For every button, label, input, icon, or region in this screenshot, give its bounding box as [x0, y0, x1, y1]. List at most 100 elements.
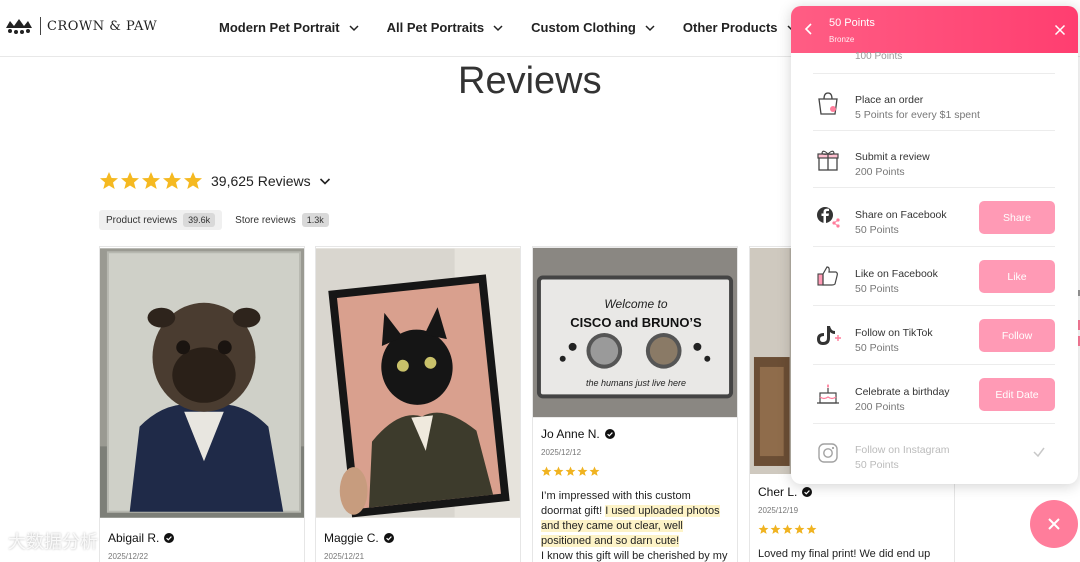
brand-logo[interactable]: CROWN & PAW — [4, 16, 157, 36]
rewards-launcher-close-button[interactable] — [1030, 500, 1078, 548]
star-icon — [541, 466, 552, 476]
review-photo[interactable] — [533, 247, 737, 418]
logo-divider — [40, 17, 41, 35]
review-photo[interactable] — [316, 247, 520, 519]
star-icon — [782, 524, 793, 534]
doormat-line2: CISCO and BRUNO’S — [570, 315, 702, 330]
star-icon — [121, 172, 139, 189]
review-text: I’m impressed with this custom doormat g… — [541, 489, 733, 562]
review-text: Loved my final print! We did end up — [758, 548, 931, 560]
points-balance: 50 Points — [829, 17, 875, 29]
birthday-cake-icon — [817, 384, 839, 404]
reviewer-name: Abigail R. — [108, 531, 175, 545]
shopping-bag-icon — [818, 92, 838, 115]
review-stars — [541, 466, 600, 477]
nav-custom-clothing[interactable]: Custom Clothing — [531, 20, 655, 35]
nav-label: Other Products — [682, 20, 778, 35]
main-nav: Modern Pet Portrait All Pet Portraits Cu… — [219, 20, 825, 35]
nav-other-products[interactable]: Other Products — [683, 20, 797, 35]
verified-icon — [164, 533, 175, 543]
reviewer-name-text: Abigail R. — [108, 531, 160, 545]
chevron-down-icon — [349, 24, 359, 31]
review-card[interactable]: Maggie C. 2025/12/21 — [315, 246, 521, 562]
facebook-share-icon — [817, 207, 840, 228]
rating-stars — [99, 171, 203, 191]
like-button[interactable]: Like — [979, 260, 1055, 293]
row-title: Submit a review — [855, 151, 930, 163]
row-points: 50 Points — [855, 283, 899, 295]
rating-summary[interactable]: 39,625 Reviews — [99, 171, 331, 191]
nav-all-pet-portraits[interactable]: All Pet Portraits — [387, 20, 504, 35]
reviewer-name: Cher L. — [758, 485, 813, 499]
star-icon — [770, 524, 781, 534]
row-title: Like on Facebook — [855, 268, 938, 280]
tier-label: Bronze — [829, 35, 855, 44]
row-title: Celebrate a birthday — [855, 386, 950, 398]
reviewer-name-text: Jo Anne N. — [541, 427, 600, 441]
star-icon — [553, 466, 564, 476]
partial-row-text: 100 Points — [855, 51, 903, 62]
row-points: 200 Points — [855, 166, 905, 178]
earn-row-birthday[interactable]: Celebrate a birthday 200 Points Edit Dat… — [791, 365, 1078, 423]
row-points: 50 Points — [855, 224, 899, 236]
count-badge: 1.3k — [301, 213, 329, 227]
page-title: Reviews — [458, 60, 602, 102]
chevron-down-icon — [319, 178, 330, 185]
review-card[interactable]: Welcome to CISCO and BRUNO’S the humans … — [532, 246, 738, 562]
share-button[interactable]: Share — [979, 201, 1055, 234]
panel-header: 50 Points Bronze — [791, 6, 1078, 53]
star-icon — [163, 172, 181, 189]
thumbs-up-icon — [817, 266, 838, 286]
tab-store-reviews[interactable]: Store reviews 1.3k — [228, 210, 336, 230]
earn-row-submit-review[interactable]: Submit a review 200 Points — [791, 131, 1078, 189]
review-date: 2025/12/19 — [758, 506, 799, 515]
tab-product-reviews[interactable]: Product reviews 39.6k — [99, 210, 223, 230]
row-title: Place an order — [855, 94, 924, 106]
count-badge: 39.6k — [183, 213, 216, 227]
edit-date-button[interactable]: Edit Date — [979, 378, 1055, 411]
earn-row-place-order[interactable]: Place an order 5 Points for every $1 spe… — [791, 74, 1078, 132]
reviewer-name-text: Cher L. — [758, 485, 798, 499]
review-date: 2025/12/12 — [541, 448, 582, 457]
reviewer-name-text: Maggie C. — [324, 531, 379, 545]
earn-row-like-facebook[interactable]: Like on Facebook 50 Points Like — [791, 247, 1078, 305]
review-count: 39,625 Reviews — [211, 173, 311, 189]
chevron-down-icon — [493, 24, 503, 31]
nav-label: Custom Clothing — [531, 20, 636, 35]
earn-row-share-facebook[interactable]: Share on Facebook 50 Points Share — [791, 188, 1078, 246]
earn-row-follow-tiktok[interactable]: Follow on TikTok 50 Points Follow — [791, 306, 1078, 364]
reviewer-name: Maggie C. — [324, 531, 394, 545]
nav-label: Modern Pet Portrait — [219, 20, 340, 35]
nav-label: All Pet Portraits — [386, 20, 485, 35]
doormat-line3: the humans just live here — [585, 378, 687, 388]
doormat-line1: Welcome to — [604, 297, 668, 311]
tab-label: Product reviews — [106, 214, 178, 226]
brand-name: CROWN & PAW — [47, 18, 158, 34]
row-title: Share on Facebook — [855, 209, 947, 221]
star-icon — [565, 466, 576, 476]
review-stars — [758, 524, 817, 535]
checkmark-icon — [1033, 447, 1045, 458]
review-date: 2025/12/22 — [108, 552, 149, 561]
chevron-down-icon — [645, 24, 655, 31]
gift-icon — [817, 150, 839, 171]
nav-modern-pet-portrait[interactable]: Modern Pet Portrait — [219, 20, 359, 35]
star-icon — [577, 466, 588, 476]
row-points: 5 Points for every $1 spent — [855, 109, 980, 121]
row-points: 50 Points — [855, 342, 899, 354]
back-arrow-icon[interactable] — [801, 21, 817, 37]
review-card[interactable]: Abigail R. 2025/12/22 — [99, 246, 305, 562]
verified-icon — [604, 429, 615, 439]
earn-row-follow-instagram: Follow on Instagram 50 Points — [791, 424, 1078, 482]
close-icon[interactable] — [1054, 24, 1066, 36]
row-points: 50 Points — [855, 459, 899, 471]
follow-button[interactable]: Follow — [979, 319, 1055, 352]
row-points: 200 Points — [855, 401, 905, 413]
review-photo[interactable] — [100, 247, 304, 519]
star-icon — [758, 524, 769, 534]
star-icon — [184, 172, 202, 189]
tiktok-icon — [817, 326, 841, 345]
row-title: Follow on Instagram — [855, 444, 950, 456]
verified-icon — [383, 533, 394, 543]
watermark-text: 大数据分析 — [8, 532, 98, 552]
